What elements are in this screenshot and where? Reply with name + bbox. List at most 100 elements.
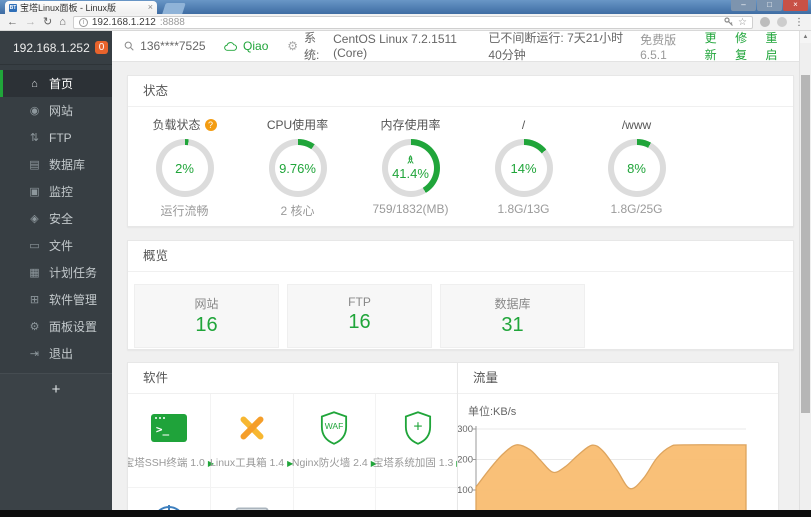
window-close-button[interactable]: × <box>783 0 808 11</box>
system-value: CentOS Linux 7.2.1511 (Core) <box>333 32 457 60</box>
browser-tab[interactable]: BT 宝塔Linux面板 - Linux版 × <box>5 1 157 14</box>
sidebar-item-cron[interactable]: ▦ 计划任务 <box>0 259 112 286</box>
sidebar-item-software[interactable]: ⊞ 软件管理 <box>0 286 112 313</box>
back-icon[interactable]: ← <box>7 16 18 28</box>
software-card: 软件 >_ 宝塔SSH终端 1.0 ▶ Linux工具箱 1.4 ▶ WAF N… <box>127 362 460 510</box>
tab-close-icon[interactable]: × <box>148 3 153 12</box>
message-badge[interactable]: 0 <box>94 41 109 54</box>
sidebar-item-monitor[interactable]: ▣ 监控 <box>0 178 112 205</box>
gauge-sublabel: 1.8G/25G <box>610 202 663 216</box>
software-item-nginx-waf[interactable]: WAF Nginx防火墙 2.4 ▶ <box>292 394 377 487</box>
gauge-root-disk: / 14% 1.8G/13G <box>467 116 580 219</box>
svg-text:+: + <box>413 419 422 436</box>
add-shortcut-button[interactable]: + <box>52 381 61 398</box>
sidebar-item-files[interactable]: ▭ 文件 <box>0 232 112 259</box>
window-maximize-button[interactable]: □ <box>757 0 782 11</box>
cloud-icon <box>224 41 238 51</box>
software-card-title: 软件 <box>128 363 459 394</box>
terminal-icon: >_ <box>150 414 187 442</box>
traffic-card: 流量 单位:KB/s 100 200 300 <box>457 362 779 510</box>
shield-icon: ◈ <box>30 213 39 225</box>
gauge-memory: 内存使用率 41.4% 759/1832(MB) <box>354 116 467 219</box>
bt-favicon: BT <box>9 3 17 12</box>
overview-database-box[interactable]: 数据库 31 <box>440 284 585 348</box>
traffic-chart: 100 200 300 <box>458 424 747 510</box>
sidebar-menu: ⌂ 首页 ◉ 网站 ⇅ FTP ▤ 数据库 ▣ 监控 ◈ 安全 ▭ 文件 ▦ 计… <box>0 65 112 367</box>
database-icon: ▤ <box>29 159 40 171</box>
status-card: 状态 负载状态 ? 2% 运行流畅 CPU使用率 9.76% 2 核心 内存使用… <box>127 75 794 227</box>
traffic-card-title: 流量 <box>458 363 778 394</box>
account-phone[interactable]: 136****7525 <box>140 39 205 53</box>
svg-text:200: 200 <box>458 455 473 466</box>
new-tab-button[interactable] <box>162 3 186 14</box>
gear-icon: ⚙ <box>29 321 40 333</box>
gauge-cpu: CPU使用率 9.76% 2 核心 <box>241 116 354 219</box>
restart-button[interactable]: 重启 <box>766 29 785 63</box>
key-icon[interactable] <box>724 17 734 27</box>
root-disk-gauge-ring: 14% <box>494 139 553 197</box>
system-gear-icon: ⚙ <box>287 39 298 53</box>
repair-button[interactable]: 修复 <box>735 29 754 63</box>
gauge-sublabel: 759/1832(MB) <box>372 202 449 216</box>
gauge-sublabel: 2 核心 <box>280 204 315 218</box>
software-item-linux-toolbox[interactable]: Linux工具箱 1.4 ▶ <box>210 394 294 487</box>
software-item-ssh-terminal[interactable]: >_ 宝塔SSH终端 1.0 ▶ <box>128 394 214 487</box>
sidebar-item-website[interactable]: ◉ 网站 <box>0 97 112 124</box>
scrollbar-up-arrow[interactable]: ▲ <box>800 31 811 43</box>
grid-icon: ⊞ <box>29 294 40 306</box>
rocket-icon <box>407 155 414 164</box>
address-bar[interactable]: i 192.168.1.212 :8888 ☆ <box>72 15 753 29</box>
search-icon[interactable] <box>124 40 134 52</box>
window-minimize-button[interactable]: – <box>731 0 756 11</box>
overview-card-title: 概览 <box>128 241 793 272</box>
monitor-chart-icon: ▣ <box>29 186 40 198</box>
shield-plus-icon: + <box>404 411 431 445</box>
uptime-text: 已不间断运行: 7天21小时40分钟 <box>488 31 624 62</box>
www-disk-gauge-ring: 8% <box>607 139 666 197</box>
sidebar-item-home[interactable]: ⌂ 首页 <box>0 70 112 97</box>
page-info-icon[interactable]: i <box>78 17 88 27</box>
browser-titlebar: BT 宝塔Linux面板 - Linux版 × – □ × <box>0 0 811 14</box>
home-icon[interactable]: ⌂ <box>59 16 66 28</box>
scrollbar-thumb[interactable] <box>801 75 810 413</box>
sidebar-item-database[interactable]: ▤ 数据库 <box>0 151 112 178</box>
status-card-title: 状态 <box>128 76 793 107</box>
folder-icon: ▭ <box>29 240 40 252</box>
page-scrollbar[interactable]: ▲ <box>799 31 811 510</box>
browser-menu-icon[interactable]: ⋮ <box>794 17 804 28</box>
software-item-system-hardening[interactable]: + 宝塔系统加固 1.3 ▶ <box>373 394 459 487</box>
reload-icon[interactable]: ↻ <box>43 16 52 28</box>
system-label: 系统: <box>303 31 320 62</box>
sidebar-item-settings[interactable]: ⚙ 面板设置 <box>0 313 112 340</box>
transfer-icon: ⇅ <box>29 132 40 144</box>
url-host: 192.168.1.212 <box>91 16 156 28</box>
home-icon: ⌂ <box>31 77 38 90</box>
sidebar-item-logout[interactable]: ⇥ 退出 <box>0 340 112 367</box>
sidebar-item-security[interactable]: ◈ 安全 <box>0 205 112 232</box>
bookmark-star-icon[interactable]: ☆ <box>738 17 747 28</box>
gauge-load: 负载状态 ? 2% 运行流畅 <box>128 116 241 219</box>
gauge-sublabel: 1.8G/13G <box>497 202 550 216</box>
cloud-account-name[interactable]: Qiao <box>243 39 268 53</box>
overview-website-box[interactable]: 网站 16 <box>134 284 279 348</box>
svg-text:100: 100 <box>458 485 473 496</box>
overview-ftp-box[interactable]: FTP 16 <box>287 284 432 348</box>
forward-icon[interactable]: → <box>25 16 36 28</box>
toolbox-icon <box>234 410 270 446</box>
panel-version: 免费版 6.5.1 <box>640 32 677 62</box>
extension-icon[interactable] <box>760 17 770 27</box>
sidebar: 192.168.1.252 0 ⌂ 首页 ◉ 网站 ⇅ FTP ▤ 数据库 ▣ … <box>0 31 112 510</box>
window-bottom-edge <box>0 510 811 517</box>
calendar-icon: ▦ <box>29 267 40 279</box>
help-icon[interactable]: ? <box>204 118 217 131</box>
update-button[interactable]: 更新 <box>705 29 724 63</box>
extension-icon[interactable] <box>777 17 787 27</box>
software-item-partial-1[interactable] <box>128 488 211 510</box>
gauges-row: 负载状态 ? 2% 运行流畅 CPU使用率 9.76% 2 核心 内存使用率 4… <box>128 107 793 219</box>
memory-gauge-ring: 41.4% <box>381 139 440 197</box>
software-item-partial-2[interactable] <box>211 488 294 510</box>
panel-header: 136****7525 Qiao ⚙ 系统: CentOS Linux 7.2.… <box>112 31 799 62</box>
sidebar-item-ftp[interactable]: ⇅ FTP <box>0 124 112 151</box>
svg-text:WAF: WAF <box>325 421 344 431</box>
load-gauge-ring: 2% <box>155 139 214 197</box>
